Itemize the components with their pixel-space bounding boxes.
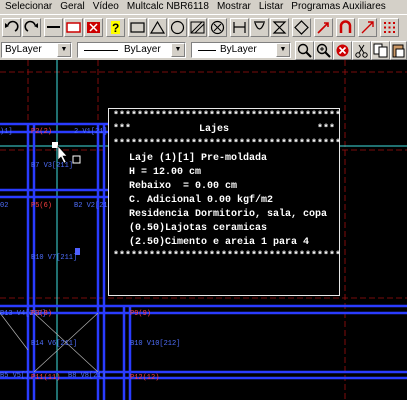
menu-selecionar[interactable]: Selecionar [0, 0, 55, 14]
dialog-title: Lajes [199, 124, 230, 135]
menu-geral[interactable]: Geral [55, 0, 87, 14]
zoom-icon[interactable] [295, 41, 314, 60]
label-b14: B14 V6[211] [31, 340, 78, 348]
magnet-icon[interactable] [336, 18, 355, 37]
cursor-icon [57, 145, 68, 164]
dialog-border-bottom: ************************************** [113, 251, 340, 262]
label-p8: P3(8) [31, 310, 53, 318]
toolbar: ? [0, 14, 407, 40]
label-p11: P11(11) [31, 374, 61, 382]
menu-mostrar[interactable]: Mostrar [212, 0, 254, 14]
label-b5: B5 V5[] [0, 372, 30, 380]
label-p9: P9(9) [130, 310, 152, 318]
undo-icon[interactable] [2, 18, 21, 37]
lineweight-dropdown[interactable]: ByLayer ▼ [191, 42, 291, 58]
dimension-icon[interactable] [230, 18, 249, 37]
linetype-dropdown[interactable]: ByLayer ▼ [77, 42, 186, 58]
label-v8: B8 V8[21] [68, 372, 106, 380]
chevron-down-icon[interactable]: ▼ [57, 43, 71, 57]
layer-dropdown[interactable]: ByLayer ▼ [1, 42, 72, 58]
laje-material-2: (2.50)Cimento e areia 1 para 4 [129, 237, 310, 248]
label-v1: 2 V1[21] [74, 128, 108, 136]
dialog-title-left: *** [113, 124, 132, 135]
redo-icon[interactable] [22, 18, 41, 37]
menu-bar: Selecionar Geral Vídeo Multcalc NBR6118 Most… [0, 0, 407, 14]
label-p12: P12(12) [130, 374, 160, 382]
laje-rebaixo: Rebaixo = 0.00 cm [129, 181, 238, 192]
menu-multcalc[interactable]: Multcalc NBR6118 [122, 0, 212, 14]
layer-value: ByLayer [5, 44, 42, 55]
line-icon[interactable] [44, 18, 63, 37]
svg-text:?: ? [112, 21, 119, 35]
chevron-down-icon[interactable]: ▼ [171, 43, 185, 57]
linetype-sample [84, 50, 118, 51]
menu-listar[interactable]: Listar [254, 0, 286, 14]
triangle-icon[interactable] [148, 18, 167, 37]
label-b10: B10 V7[211] [31, 254, 78, 262]
trim-icon[interactable] [250, 18, 269, 37]
label-b2: 02 [0, 202, 9, 210]
laje-type: Laje (1)[1] Pre-moldada [129, 153, 268, 164]
label-v10: B10 V10[212] [130, 340, 181, 348]
drawing-canvas[interactable]: P2(2) 2 V1[21] )1] B7 V3[211] 02 P5(6) B… [0, 60, 407, 400]
hourglass-icon[interactable] [270, 18, 289, 37]
dialog-title-right: *** [317, 124, 336, 135]
label-b7: B7 V3[211] [31, 162, 74, 170]
laje-carga-adicional: C. Adicional 0.00 kgf/m2 [129, 195, 274, 206]
properties-bar: ByLayer ▼ ByLayer ▼ ByLayer ▼ [0, 40, 407, 60]
circle-icon[interactable] [168, 18, 187, 37]
label-v11: )1] [0, 128, 13, 136]
move-icon[interactable] [314, 18, 333, 37]
menu-programas-auxiliares[interactable]: Programas Auxiliares [286, 0, 388, 14]
circle-x-icon[interactable] [208, 18, 227, 37]
cancel-icon[interactable] [333, 41, 352, 60]
hatch-icon[interactable] [188, 18, 207, 37]
dialog-border-top: ************************************** [113, 111, 340, 122]
lajes-info-dialog: ************************************** *… [108, 108, 340, 296]
lineweight-value: ByLayer [220, 44, 257, 55]
rectangle-icon[interactable] [64, 18, 83, 37]
linetype-value: ByLayer [124, 44, 161, 55]
grid-icon[interactable] [380, 18, 399, 37]
copy-icon[interactable] [371, 41, 390, 60]
arrow-icon[interactable] [358, 18, 377, 37]
label-p6: P5(6) [31, 202, 53, 210]
diamond-icon[interactable] [292, 18, 311, 37]
laje-uso: Residencia Dormitorio, sala, copa [129, 209, 328, 220]
laje-height: H = 12.00 cm [129, 167, 202, 178]
cross-icon[interactable] [84, 18, 103, 37]
lineweight-sample [198, 50, 216, 51]
dialog-border-mid: ************************************** [113, 139, 340, 150]
zoom-all-icon[interactable] [314, 41, 333, 60]
paste-icon[interactable] [390, 41, 407, 60]
help-icon[interactable]: ? [106, 18, 125, 37]
laje-material-1: (0.50)Lajotas ceramicas [129, 223, 268, 234]
rect-tool-icon[interactable] [128, 18, 147, 37]
chevron-down-icon[interactable]: ▼ [276, 43, 290, 57]
label-p2: P2(2) [31, 128, 53, 136]
menu-video[interactable]: Vídeo [88, 0, 122, 14]
scissors-icon[interactable] [352, 41, 371, 60]
